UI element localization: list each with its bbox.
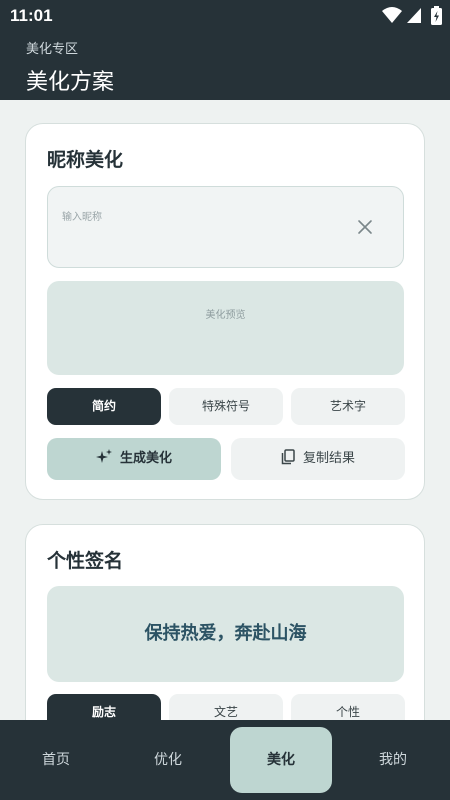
status-time: 11:01 [10, 6, 53, 25]
signature-style-inspire-button[interactable]: 励志 [47, 694, 161, 720]
clear-icon[interactable] [355, 217, 375, 237]
wifi-icon [382, 7, 402, 23]
signature-style-inspire-label: 励志 [91, 705, 116, 719]
app-header: 11:01 美化专区 美化方案 [0, 0, 450, 100]
style-symbols-label: 特殊符号 [201, 399, 250, 413]
nickname-card-title: 昵称美化 [47, 149, 124, 171]
signature-style-literary-button[interactable]: 文艺 [169, 694, 283, 720]
style-simple-label: 简约 [91, 399, 116, 413]
nickname-card: 昵称美化 美化预览 简约 特殊符号 艺术字 生成美化 [25, 123, 425, 500]
style-simple-button[interactable]: 简约 [47, 388, 161, 425]
nickname-input[interactable] [62, 207, 342, 227]
generate-label: 生成美化 [119, 451, 172, 466]
signature-card: 个性签名 保持热爱，奔赴山海 励志 文艺 个性 [25, 524, 425, 720]
nav-home[interactable]: 首页 [5, 727, 107, 793]
nav-mine[interactable]: 我的 [342, 727, 444, 793]
copy-result-button[interactable]: 复制结果 [231, 438, 405, 480]
nav-beautify-label: 美化 [267, 752, 295, 768]
header-subtitle: 美化专区 [26, 42, 79, 57]
status-bar: 11:01 [0, 0, 450, 32]
nav-home-label: 首页 [42, 752, 70, 768]
copy-icon [281, 448, 295, 464]
signature-style-personal-button[interactable]: 个性 [291, 694, 405, 720]
signature-preview: 保持热爱，奔赴山海 [47, 586, 404, 682]
nav-optimize-label: 优化 [154, 752, 182, 768]
sparkle-icon [95, 448, 112, 463]
page-title: 美化方案 [26, 70, 115, 95]
bottom-nav: 首页 优化 美化 我的 [0, 720, 450, 800]
generate-button[interactable]: 生成美化 [47, 438, 221, 480]
nav-optimize[interactable]: 优化 [117, 727, 219, 793]
nickname-input-box[interactable] [47, 186, 404, 268]
battery-icon [431, 6, 442, 25]
nickname-preview: 美化预览 [47, 281, 404, 375]
style-art-label: 艺术字 [329, 399, 366, 413]
signature-text: 保持热爱，奔赴山海 [144, 623, 307, 644]
signal-icon [407, 8, 421, 23]
signature-style-personal-label: 个性 [335, 705, 360, 719]
copy-result-label: 复制结果 [302, 451, 355, 466]
nav-beautify[interactable]: 美化 [230, 727, 332, 793]
scroll-content[interactable]: 昵称美化 美化预览 简约 特殊符号 艺术字 生成美化 [0, 100, 450, 720]
style-art-button[interactable]: 艺术字 [291, 388, 405, 425]
signature-style-literary-label: 文艺 [213, 705, 238, 719]
signature-card-title: 个性签名 [47, 550, 124, 572]
nav-mine-label: 我的 [379, 752, 407, 768]
style-symbols-button[interactable]: 特殊符号 [169, 388, 283, 425]
nickname-preview-text: 美化预览 [205, 310, 246, 321]
